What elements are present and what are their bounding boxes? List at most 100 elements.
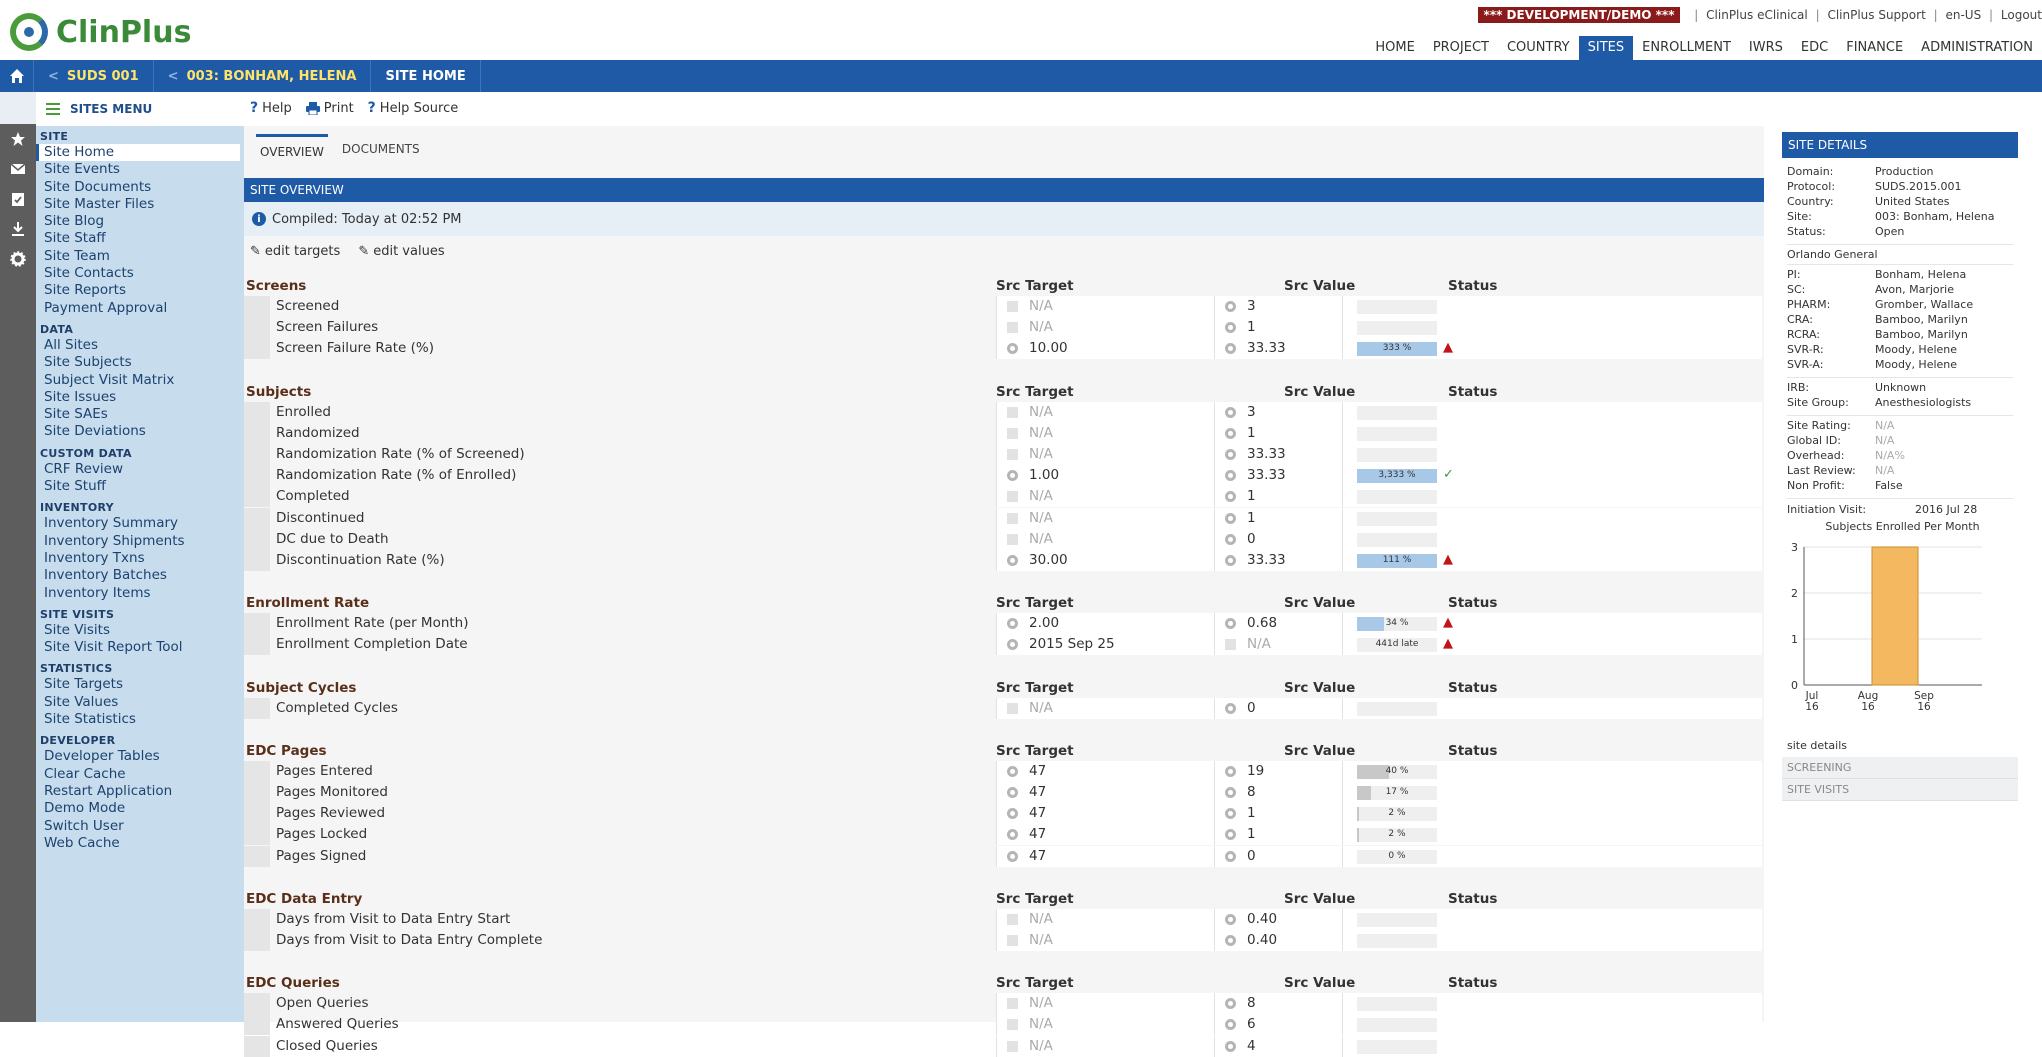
nav-finance[interactable]: FINANCE	[1837, 36, 1912, 60]
menu-item-demo-mode[interactable]: Demo Mode	[36, 800, 244, 817]
menu-item-inventory-items[interactable]: Inventory Items	[36, 585, 244, 602]
site-details-link[interactable]: site details	[1782, 735, 2018, 757]
source-gear-icon[interactable]	[1007, 470, 1018, 482]
edit-targets-link[interactable]: ✎ edit targets	[250, 244, 340, 259]
source-gear-icon[interactable]	[1225, 998, 1236, 1010]
util-link-support[interactable]: ClinPlus Support	[1827, 8, 1925, 22]
menu-item-site-deviations[interactable]: Site Deviations	[36, 423, 244, 440]
source-gear-icon[interactable]	[1225, 850, 1236, 862]
source-gear-icon[interactable]	[1225, 765, 1236, 777]
nav-home[interactable]: HOME	[1366, 36, 1423, 60]
menu-item-inventory-batches[interactable]: Inventory Batches	[36, 567, 244, 584]
menu-item-inventory-shipments[interactable]: Inventory Shipments	[36, 533, 244, 550]
source-gear-icon[interactable]	[1225, 470, 1236, 482]
menu-item-site-events[interactable]: Site Events	[36, 161, 244, 178]
util-link-locale[interactable]: en-US	[1945, 8, 1981, 22]
menu-item-site-stuff[interactable]: Site Stuff	[36, 478, 244, 495]
nav-sites[interactable]: SITES	[1578, 36, 1634, 60]
menu-item-inventory-txns[interactable]: Inventory Txns	[36, 550, 244, 567]
nav-administration[interactable]: ADMINISTRATION	[1912, 36, 2042, 60]
menu-item-site-contacts[interactable]: Site Contacts	[36, 265, 244, 282]
source-gear-icon[interactable]	[1225, 491, 1236, 503]
menu-item-crf-review[interactable]: CRF Review	[36, 461, 244, 478]
menu-item-site-statistics[interactable]: Site Statistics	[36, 711, 244, 728]
source-gear-icon[interactable]	[1007, 554, 1018, 566]
menu-item-site-visit-report-tool[interactable]: Site Visit Report Tool	[36, 639, 244, 656]
sites-menu-header[interactable]: SITES MENU	[36, 92, 244, 126]
source-gear-icon[interactable]	[1225, 1019, 1236, 1031]
source-gear-icon[interactable]	[1225, 343, 1236, 355]
menu-item-site-visits[interactable]: Site Visits	[36, 622, 244, 639]
menu-item-site-team[interactable]: Site Team	[36, 248, 244, 265]
help-button[interactable]: ? Help	[250, 100, 292, 116]
menu-item-site-values[interactable]: Site Values	[36, 694, 244, 711]
clinplus-logo[interactable]: ClinPlus	[10, 8, 191, 56]
source-gear-icon[interactable]	[1007, 765, 1018, 777]
source-gear-icon[interactable]	[1225, 808, 1236, 820]
nav-project[interactable]: PROJECT	[1424, 36, 1498, 60]
nav-edc[interactable]: EDC	[1792, 36, 1837, 60]
source-gear-icon[interactable]	[1007, 343, 1018, 355]
util-link-logout[interactable]: Logout	[2001, 8, 2042, 22]
menu-item-site-reports[interactable]: Site Reports	[36, 282, 244, 299]
source-gear-icon[interactable]	[1225, 301, 1236, 312]
source-gear-icon[interactable]	[1225, 322, 1236, 334]
menu-item-site-saes[interactable]: Site SAEs	[36, 406, 244, 423]
breadcrumb-study[interactable]: < SUDS 001	[34, 60, 154, 92]
source-gear-icon[interactable]	[1225, 702, 1236, 714]
source-gear-icon[interactable]	[1225, 448, 1236, 460]
tasks-button[interactable]	[0, 184, 36, 214]
breadcrumb-site[interactable]: <003: BONHAM, HELENA	[154, 60, 372, 92]
source-gear-icon[interactable]	[1225, 829, 1236, 841]
menu-item-site-staff[interactable]: Site Staff	[36, 230, 244, 247]
menu-item-developer-tables[interactable]: Developer Tables	[36, 748, 244, 765]
menu-item-site-targets[interactable]: Site Targets	[36, 676, 244, 693]
tab-overview[interactable]: OVERVIEW	[256, 134, 328, 164]
help-source-button[interactable]: ? Help Source	[368, 100, 459, 116]
source-gear-icon[interactable]	[1225, 934, 1236, 946]
source-gear-icon[interactable]	[1007, 786, 1018, 798]
print-button[interactable]: Print	[305, 101, 354, 116]
source-gear-icon[interactable]	[1225, 554, 1236, 566]
home-button[interactable]	[0, 60, 34, 92]
menu-item-site-issues[interactable]: Site Issues	[36, 389, 244, 406]
menu-item-site-home[interactable]: Site Home	[36, 144, 240, 162]
menu-item-web-cache[interactable]: Web Cache	[36, 835, 244, 852]
nav-enrollment[interactable]: ENROLLMENT	[1633, 36, 1740, 60]
source-gear-icon[interactable]	[1225, 512, 1236, 524]
menu-item-all-sites[interactable]: All Sites	[36, 337, 244, 354]
source-gear-icon[interactable]	[1007, 829, 1018, 841]
menu-item-site-subjects[interactable]: Site Subjects	[36, 354, 244, 371]
edit-values-link[interactable]: ✎ edit values	[358, 244, 444, 259]
source-gear-icon[interactable]	[1007, 618, 1018, 630]
settings-button[interactable]	[0, 244, 36, 274]
nav-country[interactable]: COUNTRY	[1498, 36, 1579, 60]
util-link-eclinical[interactable]: ClinPlus eClinical	[1706, 8, 1808, 22]
menu-item-site-documents[interactable]: Site Documents	[36, 179, 244, 196]
nav-iwrs[interactable]: IWRS	[1740, 36, 1792, 60]
source-gear-icon[interactable]	[1225, 913, 1236, 925]
messages-button[interactable]	[0, 154, 36, 184]
source-gear-icon[interactable]	[1007, 808, 1018, 820]
screening-section[interactable]: SCREENING	[1782, 757, 2018, 779]
menu-item-clear-cache[interactable]: Clear Cache	[36, 766, 244, 783]
site-visits-section[interactable]: SITE VISITS	[1782, 779, 2018, 801]
source-gear-icon[interactable]	[1225, 618, 1236, 630]
source-gear-icon[interactable]	[1225, 533, 1236, 545]
downloads-button[interactable]	[0, 214, 36, 244]
menu-item-switch-user[interactable]: Switch User	[36, 818, 244, 835]
source-gear-icon[interactable]	[1225, 427, 1236, 439]
source-gear-icon[interactable]	[1007, 850, 1018, 862]
favorites-button[interactable]	[0, 124, 36, 154]
source-gear-icon[interactable]	[1225, 1040, 1236, 1052]
source-gear-icon[interactable]	[1225, 786, 1236, 798]
menu-toggle[interactable]	[0, 92, 36, 124]
source-gear-icon[interactable]	[1225, 406, 1236, 418]
menu-item-payment-approval[interactable]: Payment Approval	[36, 300, 244, 317]
menu-item-inventory-summary[interactable]: Inventory Summary	[36, 515, 244, 532]
menu-item-site-blog[interactable]: Site Blog	[36, 213, 244, 230]
source-gear-icon[interactable]	[1007, 639, 1018, 651]
menu-item-site-master-files[interactable]: Site Master Files	[36, 196, 244, 213]
menu-item-restart-application[interactable]: Restart Application	[36, 783, 244, 800]
menu-item-subject-visit-matrix[interactable]: Subject Visit Matrix	[36, 372, 244, 389]
